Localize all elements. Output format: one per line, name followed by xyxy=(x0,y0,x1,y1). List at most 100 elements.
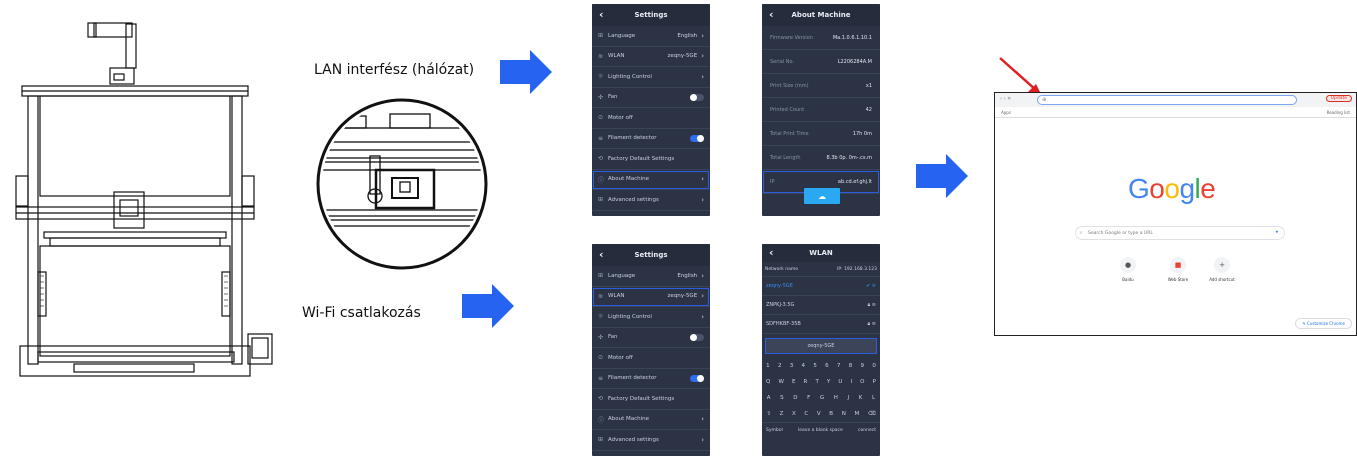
wifi-icon: ≋ xyxy=(598,292,604,300)
connect-key[interactable]: connect xyxy=(858,428,876,433)
info-icon: ⓘ xyxy=(598,176,605,184)
keyboard-key[interactable]: O xyxy=(860,379,864,385)
reading-list[interactable]: Reading list xyxy=(1327,110,1350,115)
setting-filament-detector[interactable]: ≡ Filament detector xyxy=(592,129,710,149)
bookmark-apps[interactable]: Apps xyxy=(1001,110,1011,115)
arrow-right-icon xyxy=(916,154,968,198)
space-key[interactable]: leave a blank space xyxy=(798,428,843,433)
keyboard-key[interactable]: J xyxy=(848,395,850,401)
keyboard-key[interactable]: 3 xyxy=(790,363,794,369)
keyboard-key[interactable]: U xyxy=(838,379,842,385)
setting-wlan[interactable]: ≋ WLAN zeqny-5GE › xyxy=(592,287,710,307)
setting-factory-reset[interactable]: ⟲ Factory Default Settings xyxy=(592,149,710,170)
advanced-icon: ⊞ xyxy=(598,436,604,444)
keyboard-row-digits: 1 2 3 4 5 6 7 8 9 0 xyxy=(762,358,880,374)
back-icon[interactable]: ‹ xyxy=(599,8,604,21)
keyboard-key[interactable]: 7 xyxy=(837,363,841,369)
keyboard-key[interactable]: M xyxy=(854,411,859,417)
shortcut-add[interactable]: + Add shortcut xyxy=(1207,257,1237,282)
keyboard-key[interactable]: ⌫ xyxy=(868,411,876,417)
keyboard-key[interactable]: I xyxy=(850,379,852,385)
back-icon[interactable]: ‹ xyxy=(769,8,774,21)
nav-buttons-icon[interactable]: ‹ › ✕ xyxy=(1000,96,1011,102)
setting-fan[interactable]: ✣ Fan xyxy=(592,88,710,108)
filament-icon: ≡ xyxy=(598,134,604,142)
shortcut-web-store[interactable]: ■ Web Store xyxy=(1163,257,1193,282)
fan-toggle[interactable] xyxy=(690,93,704,101)
wifi-network-item[interactable]: SDFHKBF-35B 🔒︎ ≋ xyxy=(762,315,880,334)
update-browser-button[interactable]: Update xyxy=(1325,95,1352,102)
settings-screen-lan: ‹ Settings ⊞ Language English › ≋ WLAN zeqny-… xyxy=(592,4,710,216)
keyboard-key[interactable]: W xyxy=(778,379,783,385)
update-button[interactable]: ☁ xyxy=(804,188,840,204)
back-icon[interactable]: ‹ xyxy=(599,248,604,261)
chevron-right-icon: › xyxy=(701,435,704,444)
setting-wlan[interactable]: ≋ WLAN zeqny-5GE › xyxy=(592,47,710,67)
about-machine-screen: ‹ About Machine Firmware Version Ma.1.0.6… xyxy=(762,4,880,216)
keyboard-key[interactable]: 9 xyxy=(861,363,865,369)
check-wifi-icon: ✔ ≋ xyxy=(866,283,876,289)
customize-chrome-button[interactable]: ✎ Customize Chrome xyxy=(1295,318,1352,329)
setting-filament-detector[interactable]: ≡ Filament detector xyxy=(592,369,710,389)
keyboard-key[interactable]: 0 xyxy=(872,363,876,369)
keyboard-key[interactable]: L xyxy=(872,395,875,401)
filament-toggle[interactable] xyxy=(690,134,704,142)
setting-lighting[interactable]: ☼ Lighting Control › xyxy=(592,307,710,328)
keyboard-key[interactable]: B xyxy=(829,411,833,417)
keyboard-key[interactable]: ⇧ xyxy=(766,411,771,417)
search-input[interactable]: ⌕ Search Google or type a URL ⏺ xyxy=(1075,226,1285,240)
password-input[interactable]: zeqny-5GE xyxy=(765,338,877,354)
keyboard-key[interactable]: 6 xyxy=(825,363,829,369)
keyboard-key[interactable]: R xyxy=(804,379,808,385)
keyboard-key[interactable]: D xyxy=(793,395,797,401)
keyboard-key[interactable]: S xyxy=(780,395,784,401)
wifi-network-item[interactable]: ZNPKJ-3.5G 🔒︎ ≋ xyxy=(762,296,880,315)
setting-advanced[interactable]: ⊞ Advanced settings › xyxy=(592,430,710,451)
keyboard-key[interactable]: 1 xyxy=(766,363,770,369)
motor-icon: ⊙ xyxy=(598,354,604,362)
chevron-right-icon: › xyxy=(701,72,704,81)
advanced-icon: ⊞ xyxy=(598,196,604,204)
keyboard-key[interactable]: Q xyxy=(766,379,770,385)
keyboard-key[interactable]: Z xyxy=(780,411,784,417)
keyboard-key[interactable]: K xyxy=(859,395,863,401)
keyboard-key[interactable]: V xyxy=(817,411,821,417)
setting-about-machine[interactable]: ⓘ About Machine › xyxy=(592,170,710,190)
keyboard-key[interactable]: E xyxy=(792,379,795,385)
keyboard-key[interactable]: T xyxy=(815,379,818,385)
back-icon[interactable]: ‹ xyxy=(769,246,774,259)
setting-about-machine[interactable]: ⓘ About Machine › xyxy=(592,410,710,430)
setting-factory-reset[interactable]: ⟲ Factory Default Settings xyxy=(592,389,710,410)
keyboard-row-qwerty: QWERTYUIOP xyxy=(762,374,880,390)
keyboard-key[interactable]: 5 xyxy=(813,363,817,369)
keyboard-key[interactable]: N xyxy=(842,411,846,417)
chevron-right-icon: › xyxy=(701,292,704,301)
keyboard-key[interactable]: X xyxy=(792,411,796,417)
keyboard-key[interactable]: 8 xyxy=(849,363,853,369)
mic-icon[interactable]: ⏺ xyxy=(1276,229,1278,235)
filament-toggle[interactable] xyxy=(690,374,704,382)
shortcut-baidu[interactable]: ● Baidu xyxy=(1113,257,1143,282)
setting-fan[interactable]: ✣ Fan xyxy=(592,328,710,348)
wifi-network-item[interactable]: zeqny-5GE ✔ ≋ xyxy=(762,277,880,296)
setting-language[interactable]: ⊞ Language English › xyxy=(592,266,710,287)
setting-motor-off[interactable]: ⊙ Motor off xyxy=(592,348,710,369)
keyboard-key[interactable]: Y xyxy=(827,379,830,385)
keyboard-key[interactable]: 4 xyxy=(802,363,806,369)
keyboard-key[interactable]: 2 xyxy=(778,363,782,369)
chevron-right-icon: › xyxy=(701,175,704,184)
keyboard-key[interactable]: G xyxy=(820,395,824,401)
keyboard-key[interactable]: C xyxy=(804,411,808,417)
fan-toggle[interactable] xyxy=(690,333,704,341)
setting-lighting[interactable]: ☼ Lighting Control › xyxy=(592,67,710,88)
keyboard-key[interactable]: H xyxy=(834,395,838,401)
setting-motor-off[interactable]: ⊙ Motor off xyxy=(592,108,710,129)
setting-language[interactable]: ⊞ Language English › xyxy=(592,26,710,47)
keyboard-key[interactable]: P xyxy=(873,379,876,385)
browser-window: ‹ › ✕ ⊕ Update Apps Reading list Google … xyxy=(994,92,1357,336)
symbol-key[interactable]: Symbol xyxy=(766,428,783,433)
keyboard-key[interactable]: F xyxy=(807,395,810,401)
keyboard-key[interactable]: A xyxy=(767,395,771,401)
setting-advanced[interactable]: ⊞ Advanced settings › xyxy=(592,190,710,211)
address-bar[interactable]: ⊕ xyxy=(1037,95,1297,105)
